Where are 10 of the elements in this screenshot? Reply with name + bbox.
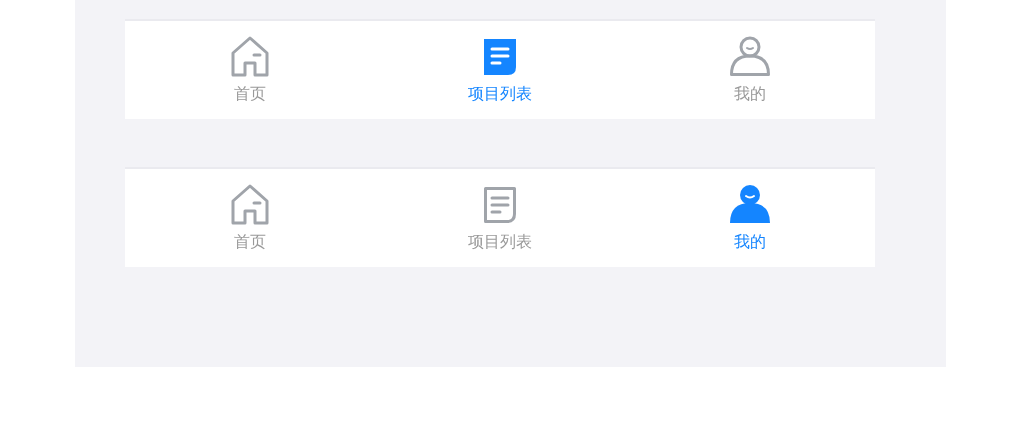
tab[interactable]: 首页 <box>125 169 375 267</box>
tab[interactable]: 首页 <box>125 21 375 119</box>
tab[interactable]: 我的 <box>625 169 875 267</box>
tab[interactable]: 项目列表 <box>375 21 625 119</box>
tab[interactable]: 我的 <box>625 21 875 119</box>
person-icon <box>730 35 770 77</box>
person-icon <box>730 183 770 225</box>
tab[interactable]: 项目列表 <box>375 169 625 267</box>
house-icon <box>230 183 270 225</box>
house-icon <box>230 35 270 77</box>
